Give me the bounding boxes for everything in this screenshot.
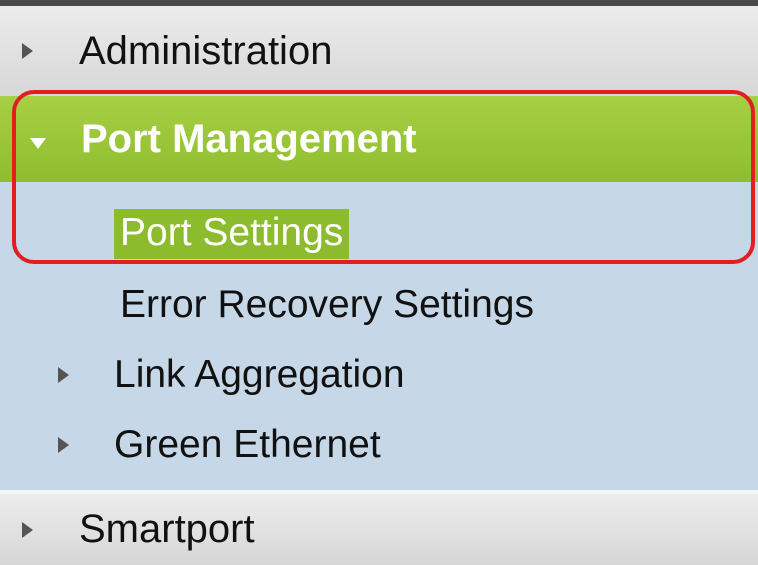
nav-item-error-recovery-settings[interactable]: Error Recovery Settings — [120, 277, 534, 333]
nav-section-label: Smartport — [79, 507, 255, 551]
nav-item-label: Error Recovery Settings — [120, 283, 534, 326]
nav-item-label: Link Aggregation — [114, 353, 405, 396]
nav-item-port-settings[interactable]: Port Settings — [114, 206, 350, 262]
nav-section-port-management[interactable]: Port Management — [0, 96, 758, 182]
chevron-right-icon — [22, 43, 33, 59]
chevron-right-icon — [58, 367, 69, 383]
nav-section-label: Administration — [79, 28, 333, 73]
nav-item-link-aggregation[interactable]: Link Aggregation — [58, 347, 405, 403]
nav-item-green-ethernet[interactable]: Green Ethernet — [58, 417, 381, 473]
side-navigation: Administration Port Management Port Sett… — [0, 0, 758, 565]
chevron-down-icon — [30, 137, 46, 149]
port-management-submenu: Port Settings Error Recovery Settings Li… — [0, 182, 758, 490]
nav-section-label: Port Management — [81, 116, 417, 161]
nav-item-label: Port Settings — [114, 209, 350, 259]
nav-item-label: Green Ethernet — [114, 423, 381, 466]
chevron-right-icon — [22, 521, 33, 538]
chevron-right-icon — [58, 437, 69, 453]
nav-section-administration[interactable]: Administration — [0, 6, 758, 97]
nav-section-smartport[interactable]: Smartport — [0, 494, 758, 565]
